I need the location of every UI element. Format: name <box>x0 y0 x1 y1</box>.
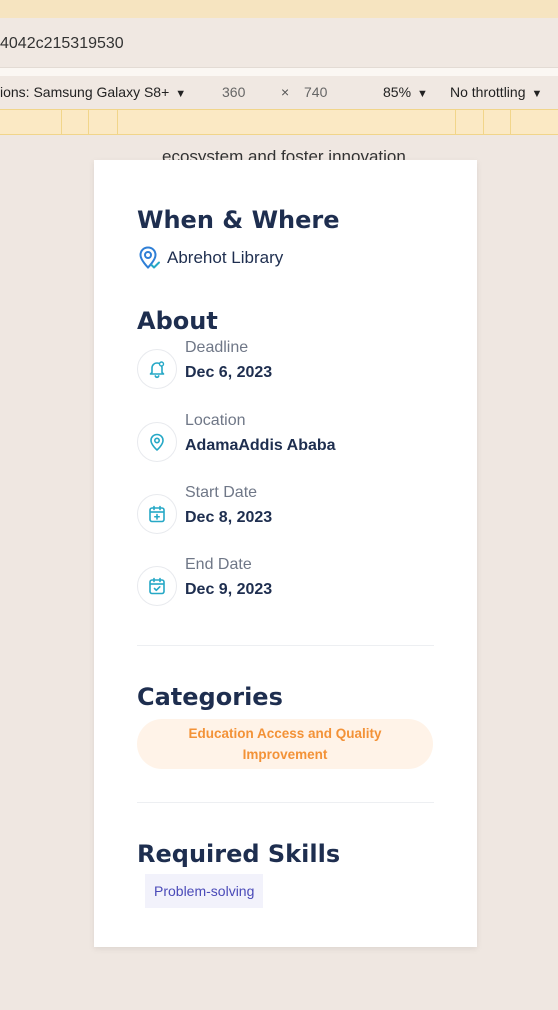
caret-down-icon: ▼ <box>531 88 543 100</box>
required-skills-heading: Required Skills <box>137 840 341 868</box>
deadline-label: Deadline <box>185 339 249 356</box>
calendar-plus-icon-badge <box>137 494 177 534</box>
zoom-select[interactable]: 85% ▼ <box>383 84 428 100</box>
about-item-start-date: Start Date Dec 8, 2023 <box>137 484 273 534</box>
event-venue: Abrehot Library <box>137 245 283 271</box>
ruler-tick <box>61 110 62 134</box>
start-date-value: Dec 8, 2023 <box>185 509 273 526</box>
mobile-viewport <box>94 160 477 947</box>
width-input[interactable]: 360 <box>222 84 245 100</box>
about-item-end-date: End Date Dec 9, 2023 <box>137 556 273 606</box>
throttling-select[interactable]: No throttling ▼ <box>450 84 542 100</box>
height-input[interactable]: 740 <box>304 84 327 100</box>
start-date-label: Start Date <box>185 484 258 501</box>
location-check-icon <box>139 246 160 269</box>
url-text[interactable]: 4042c215319530 <box>0 35 124 53</box>
section-divider <box>137 802 434 803</box>
end-date-value: Dec 9, 2023 <box>185 581 273 598</box>
about-item-deadline: Deadline Dec 6, 2023 <box>137 339 273 389</box>
ruler-tick <box>117 110 118 134</box>
ruler-tick <box>510 110 511 134</box>
location-pin-icon <box>150 433 164 451</box>
device-select-label: ions: Samsung Galaxy S8+ <box>0 84 170 100</box>
address-bar[interactable]: 4042c215319530 <box>0 18 558 68</box>
about-heading: About <box>137 307 218 335</box>
toolbar-gap <box>0 68 558 76</box>
bell-icon <box>149 361 165 379</box>
description-tail: ecosystem and foster innovation. <box>162 147 411 160</box>
throttling-select-label: No throttling <box>450 84 526 100</box>
device-select[interactable]: ions: Samsung Galaxy S8+ ▼ <box>0 84 186 100</box>
ruler-tick <box>455 110 456 134</box>
when-where-heading: When & Where <box>137 206 340 234</box>
device-toolbar: ions: Samsung Galaxy S8+ ▼ 360 × 740 85% ▼… <box>0 76 558 109</box>
venue-name: Abrehot Library <box>167 248 284 267</box>
categories-heading: Categories <box>137 683 283 711</box>
calendar-check-icon-badge <box>137 566 177 606</box>
browser-top-strip <box>0 0 558 18</box>
skill-chip: Problem-solving <box>145 874 264 908</box>
ruler-tick <box>88 110 89 134</box>
ruler-tick <box>483 110 484 134</box>
category-chip: Education Access and Quality Improvement <box>137 719 433 769</box>
dimension-separator: × <box>281 84 290 100</box>
about-item-location: Location AdamaAddis Ababa <box>137 412 336 462</box>
location-value: AdamaAddis Ababa <box>185 437 336 454</box>
media-query-ruler[interactable] <box>0 109 558 135</box>
bell-icon-badge <box>137 349 177 389</box>
calendar-check-icon <box>149 577 165 595</box>
calendar-plus-icon <box>149 505 165 523</box>
section-divider <box>137 645 434 646</box>
caret-down-icon: ▼ <box>417 88 428 100</box>
zoom-select-label: 85% <box>383 84 412 100</box>
location-pin-icon-badge <box>137 422 177 462</box>
end-date-label: End Date <box>185 556 252 573</box>
location-label: Location <box>185 412 246 429</box>
deadline-value: Dec 6, 2023 <box>185 364 273 381</box>
caret-down-icon: ▼ <box>175 88 187 100</box>
